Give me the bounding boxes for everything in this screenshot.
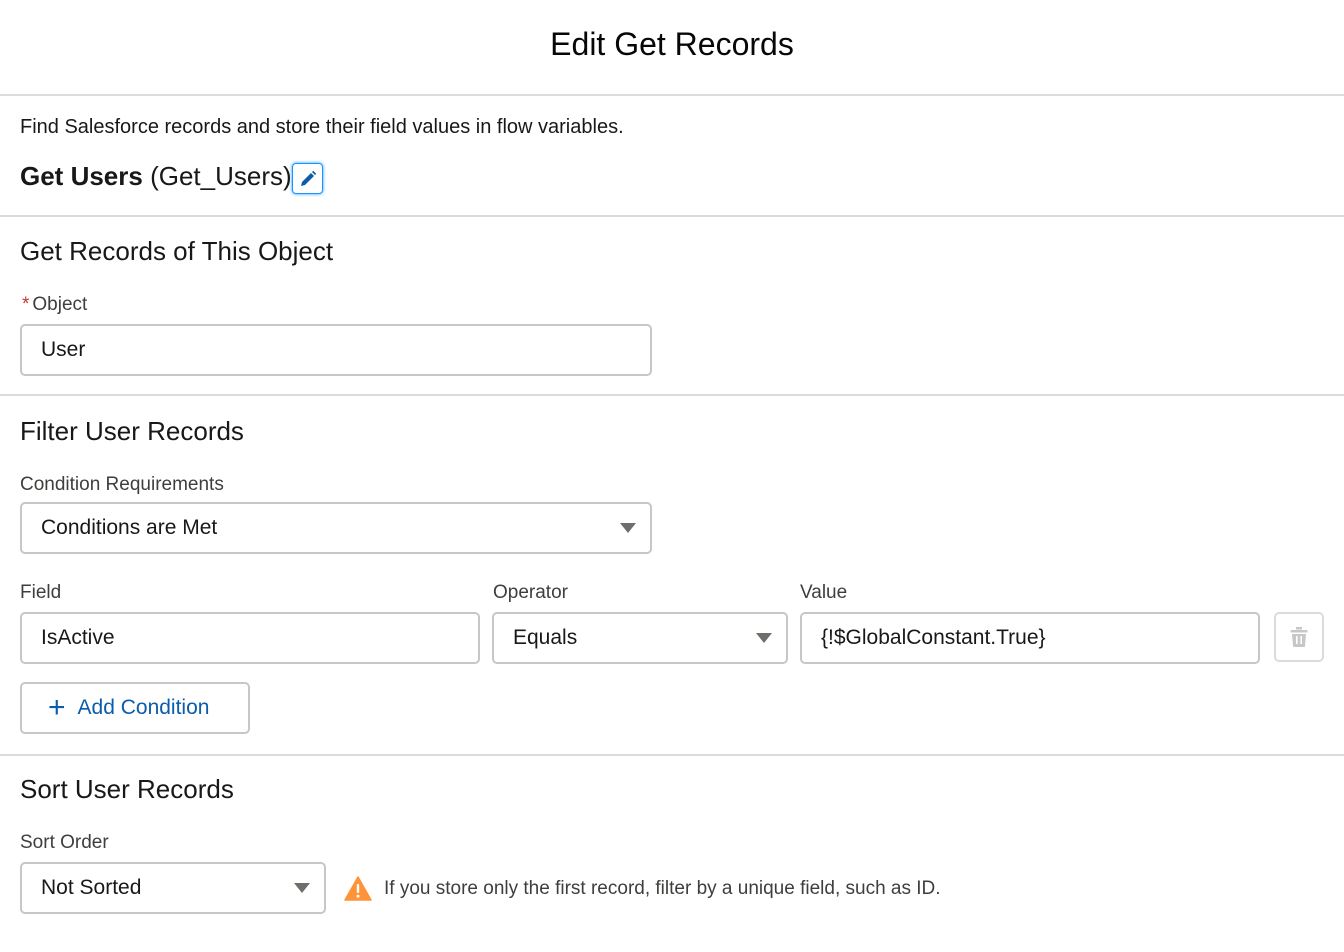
section-divider	[0, 215, 1344, 217]
warning-icon	[344, 876, 372, 901]
plus-icon: +	[48, 691, 66, 724]
pencil-icon	[300, 170, 316, 186]
sort-warning-text: If you store only the first record, filt…	[384, 877, 941, 899]
object-field-label: * Object	[22, 294, 87, 316]
sort-order-select[interactable]: Not Sorted	[20, 862, 326, 914]
operator-select-value: Equals	[513, 626, 578, 649]
value-input[interactable]: {!$GlobalConstant.True}	[800, 612, 1260, 664]
element-label: Get Users	[20, 161, 143, 191]
required-indicator: *	[22, 294, 30, 315]
section-divider	[0, 394, 1344, 396]
modal-title: Edit Get Records	[550, 26, 794, 62]
add-condition-button[interactable]: + Add Condition	[20, 682, 250, 734]
element-api-name: (Get_Users)	[150, 161, 292, 191]
chevron-down-icon	[294, 883, 310, 893]
object-input-value: User	[41, 338, 86, 361]
sort-order-label: Sort Order	[20, 832, 109, 853]
filter-section-heading: Filter User Records	[20, 416, 244, 446]
sort-section-heading: Sort User Records	[20, 774, 234, 804]
trash-icon	[1290, 627, 1308, 647]
element-name: Get Users (Get_Users)	[20, 161, 292, 192]
operator-select[interactable]: Equals	[492, 612, 788, 664]
sort-warning: If you store only the first record, filt…	[344, 876, 941, 901]
field-input-value: IsActive	[41, 626, 115, 649]
add-condition-label: Add Condition	[77, 696, 210, 719]
sort-order-value: Not Sorted	[41, 876, 142, 899]
delete-condition-button[interactable]	[1274, 612, 1324, 662]
field-input[interactable]: IsActive	[20, 612, 480, 664]
condition-requirements-value: Conditions are Met	[41, 516, 218, 539]
header-divider	[0, 94, 1344, 96]
chevron-down-icon	[620, 523, 636, 533]
object-section-heading: Get Records of This Object	[20, 236, 334, 266]
condition-requirements-select[interactable]: Conditions are Met	[20, 502, 652, 554]
condition-requirements-label: Condition Requirements	[20, 474, 224, 495]
value-label: Value	[800, 582, 848, 603]
section-divider	[0, 754, 1344, 756]
element-description: Find Salesforce records and store their …	[20, 116, 624, 138]
edit-name-button[interactable]	[292, 163, 323, 194]
operator-label: Operator	[493, 582, 568, 603]
chevron-down-icon	[756, 633, 772, 643]
field-label: Field	[20, 582, 62, 603]
object-label-text: Object	[32, 294, 88, 315]
value-input-value: {!$GlobalConstant.True}	[821, 626, 1046, 649]
object-input[interactable]: User	[20, 324, 652, 376]
